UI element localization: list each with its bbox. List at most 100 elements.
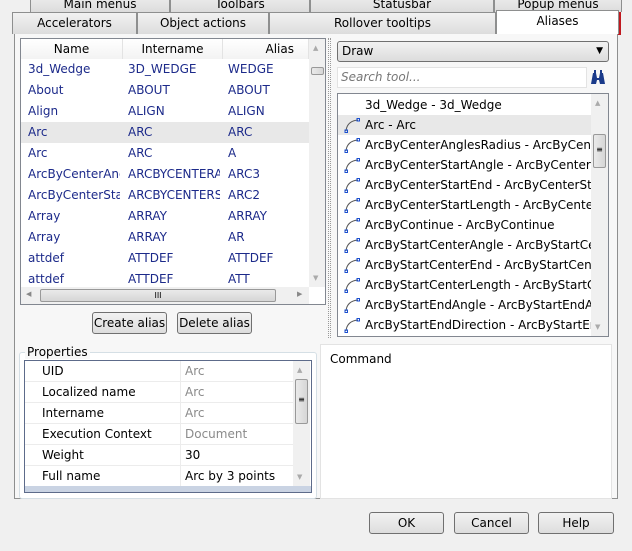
tool-label: ArcByStartCenterLength - ArcByStartCe [365,278,603,292]
tool-item[interactable]: ArcByCenterAnglesRadius - ArcByCente [338,135,603,155]
tool-list: 3d_Wedge - 3d_Wedge Arc - Arc ArcByCenterA… [337,93,609,337]
property-key: Localized name [42,385,136,399]
splitter[interactable] [328,38,331,338]
scroll-down-arrow-icon[interactable]: ▼ [297,473,302,481]
property-row[interactable]: Execution Context Document [25,424,293,445]
table-row[interactable]: ArcByCenterStart ARCBYCENTERST ARC2 [21,185,309,206]
tool-label: ArcByContinue - ArcByContinue [365,218,555,232]
cell-alias: ARC [228,125,253,139]
property-key: Intername [42,406,104,420]
table-row[interactable]: Arc ARC ARC [21,122,309,143]
column-header-alias[interactable]: Alias [223,39,309,59]
tool-item[interactable]: ArcByCenterStartLength - ArcByCenterS [338,195,606,215]
search-placeholder: Search tool... [341,70,421,84]
cell-intername: ARCBYCENTERAI [128,167,220,181]
alias-table-hscrollbar[interactable]: ◀ III ▶ [21,287,309,304]
tool-item[interactable]: 3d_Wedge - 3d_Wedge [338,95,591,115]
binoculars-icon[interactable] [589,68,607,86]
tab-object-actions[interactable]: Object actions [137,12,269,34]
tab-main-menus[interactable]: Main menus [30,0,170,12]
cell-alias: AR [228,230,245,244]
scroll-down-arrow-icon[interactable]: ▼ [595,323,600,331]
property-value[interactable]: 30 [180,445,200,466]
search-tool-input[interactable]: Search tool... [337,67,587,88]
column-header-name[interactable]: Name [21,39,123,59]
cell-name: 3d_Wedge [28,62,91,76]
scroll-up-arrow-icon[interactable]: ▲ [313,44,318,52]
tool-label: ArcByStartCenterEnd - ArcByStartCente [365,258,604,272]
scroll-left-arrow-icon[interactable]: ◀ [26,290,31,298]
tab-rollover-tooltips[interactable]: Rollover tooltips [269,12,496,34]
property-row[interactable]: UID Arc [25,361,293,382]
cell-intername: ABOUT [128,83,170,97]
alias-table-vscrollbar[interactable]: ▲ ▼ [309,39,325,287]
cell-alias: ABOUT [228,83,270,97]
scroll-thumb[interactable]: ≡ [295,379,308,424]
tab-toolbars[interactable]: Toolbars [170,0,310,12]
cell-intername: ARCBYCENTERST [128,188,220,202]
cell-name: Array [28,209,61,223]
cell-alias: ARC3 [228,167,260,181]
tool-item[interactable]: ArcByStartCenterEnd - ArcByStartCente [338,255,604,275]
scroll-thumb[interactable]: ≡ [593,134,606,168]
alias-table: Name Intername Alias 3d_Wedge 3D_WEDGE WED… [20,38,326,305]
tool-item[interactable]: ArcByStartEndDirection - ArcByStartEnc [338,315,604,335]
table-row[interactable]: Arc ARC A [21,143,309,164]
tool-label: ArcByStartEndAngle - ArcByStartEndAn [365,298,601,312]
property-row[interactable]: Full name Arc by 3 points [25,466,293,487]
table-row[interactable]: attdef ATTDEF ATTDEF [21,248,309,269]
tool-label: Arc - Arc [365,118,416,132]
create-alias-button[interactable]: Create alias [92,312,167,334]
tool-list-vscrollbar[interactable]: ▲ ≡ ▼ [591,94,608,336]
tool-item[interactable]: ArcByCenterStartEnd - ArcByCenterStar [338,175,604,195]
table-row[interactable]: 3d_Wedge 3D_WEDGE WEDGE [21,59,309,80]
scroll-up-arrow-icon[interactable]: ▲ [595,99,600,107]
hscroll-thumb[interactable]: III [40,289,276,302]
tool-item[interactable]: ArcByCenterStartAngle - ArcByCenterSt [338,155,603,175]
table-row[interactable]: Array ARRAY AR [21,227,309,248]
table-row[interactable]: ArcByCenterAngl ARCBYCENTERAI ARC3 [21,164,309,185]
property-value[interactable]: Arc by 3 points [180,466,275,487]
cell-name: ArcByCenterStart [28,188,120,202]
scroll-right-arrow-icon[interactable]: ▶ [297,290,302,298]
ok-button[interactable]: OK [369,512,444,534]
tool-item[interactable]: Arc - Arc [338,115,591,135]
tab-aliases[interactable]: Aliases [496,10,619,34]
tool-item[interactable]: ArcByContinue - ArcByContinue [338,215,591,235]
scroll-thumb[interactable] [311,67,324,75]
category-select[interactable]: Draw ▼ [337,41,609,62]
category-select-value: Draw [342,44,374,58]
property-key: Weight [42,448,84,462]
cell-intername: ARRAY [128,209,168,223]
tool-label: ArcByCenterAnglesRadius - ArcByCente [365,138,604,152]
scroll-up-arrow-icon[interactable]: ▲ [297,366,302,374]
table-row[interactable]: Array ARRAY ARRAY [21,206,309,227]
chevron-down-icon: ▼ [596,46,603,56]
table-row[interactable]: About ABOUT ABOUT [21,80,309,101]
table-row[interactable]: Align ALIGN ALIGN [21,101,309,122]
properties-grid: UID Arc Localized name Arc Intername Arc Execu… [24,360,312,493]
properties-vscrollbar[interactable]: ▲ ≡ ▼ [293,361,310,486]
column-header-intername[interactable]: Intername [123,39,223,59]
tool-label: ArcByStartCenterAngle - ArcByStartCen [365,238,604,252]
tool-item[interactable]: ArcByStartEndAngle - ArcByStartEndAn [338,295,601,315]
property-row[interactable]: Intername Arc [25,403,293,424]
help-button[interactable]: Help [538,512,614,534]
property-value: Arc [180,382,204,403]
cancel-button[interactable]: Cancel [454,512,529,534]
property-value: Document [180,424,247,445]
property-row[interactable]: Localized name Arc [25,382,293,403]
scroll-down-arrow-icon[interactable]: ▼ [313,274,318,282]
properties-description-bar [25,486,311,492]
tool-item[interactable]: ArcByStartCenterLength - ArcByStartCe [338,275,603,295]
tool-label: ArcByCenterStartEnd - ArcByCenterStar [365,178,605,192]
cell-intername: ARC [128,125,153,139]
cell-alias: ARC2 [228,188,260,202]
property-row[interactable]: Weight 30 [25,445,293,466]
tab-statusbar[interactable]: Statusbar [310,0,494,12]
tab-accelerators[interactable]: Accelerators [12,12,137,34]
cell-name: About [28,83,64,97]
tool-item[interactable]: ArcByStartCenterAngle - ArcByStartCen [338,235,603,255]
cell-alias: ATTDEF [228,251,274,265]
delete-alias-button[interactable]: Delete alias [177,312,252,334]
